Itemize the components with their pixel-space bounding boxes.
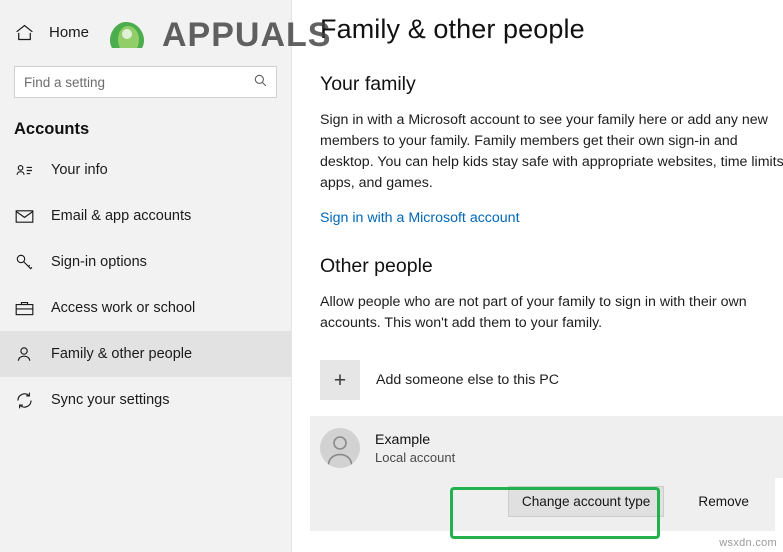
home-icon [14, 22, 35, 43]
people-icon [14, 344, 35, 365]
plus-icon: + [320, 360, 360, 400]
search-icon[interactable] [253, 73, 268, 93]
envelope-icon [14, 206, 35, 227]
sign-in-microsoft-account-link[interactable]: Sign in with a Microsoft account [320, 210, 520, 226]
account-action-row: Change account type Remove [310, 478, 775, 531]
sidebar-section-title: Accounts [14, 120, 90, 138]
account-name: Example [375, 431, 431, 448]
add-someone-else-label: Add someone else to this PC [376, 372, 559, 388]
account-list-item[interactable]: Example Local account [310, 416, 783, 478]
search-input[interactable] [15, 68, 276, 96]
settings-window: Home Accounts Your info [0, 0, 783, 552]
briefcase-icon [14, 298, 35, 319]
remove-account-button[interactable]: Remove [684, 486, 763, 517]
sidebar-home[interactable]: Home [0, 14, 291, 50]
contact-card-icon [14, 160, 35, 181]
sync-icon [14, 390, 35, 411]
other-people-heading: Other people [320, 255, 433, 277]
page-title: Family & other people [320, 14, 585, 44]
search-field-wrapper[interactable] [14, 66, 277, 98]
sidebar: Home Accounts Your info [0, 0, 292, 552]
your-family-description: Sign in with a Microsoft account to see … [320, 112, 783, 191]
sidebar-item-label: Family & other people [51, 346, 193, 362]
sidebar-item-your-info[interactable]: Your info [0, 147, 291, 193]
sidebar-item-sign-in-options[interactable]: Sign-in options [0, 239, 291, 285]
main-content: Family & other people Your family Sign i… [292, 0, 783, 552]
key-icon [14, 252, 35, 273]
user-avatar-icon [320, 428, 360, 468]
site-watermark: wsxdn.com [719, 537, 777, 549]
sidebar-item-access-work-or-school[interactable]: Access work or school [0, 285, 291, 331]
sidebar-item-label: Email & app accounts [51, 208, 192, 224]
sidebar-home-label: Home [49, 23, 90, 41]
sidebar-item-email-app-accounts[interactable]: Email & app accounts [0, 193, 291, 239]
change-account-type-button[interactable]: Change account type [507, 486, 665, 517]
sidebar-item-label: Sync your settings [51, 392, 170, 408]
sidebar-item-sync-your-settings[interactable]: Sync your settings [0, 377, 291, 423]
add-someone-else-button[interactable]: + Add someone else to this PC [320, 360, 783, 400]
sidebar-item-label: Your info [51, 162, 108, 178]
other-people-description: Allow people who are not part of your fa… [320, 294, 747, 331]
sidebar-item-label: Access work or school [51, 300, 196, 316]
sidebar-item-family-other-people[interactable]: Family & other people [0, 331, 291, 377]
your-family-heading: Your family [320, 73, 416, 95]
account-type: Local account [375, 449, 456, 465]
sidebar-item-label: Sign-in options [51, 254, 147, 270]
